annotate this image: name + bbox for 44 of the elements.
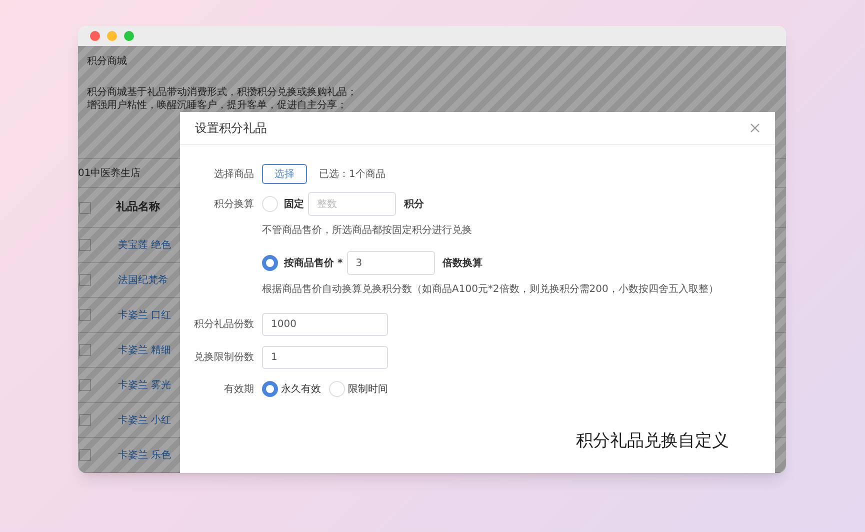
- number-input[interactable]: 3: [346, 251, 435, 275]
- field-label: 兑换限制份数: [193, 350, 255, 365]
- gift-name-link[interactable]: 卡姿兰 雾光: [118, 378, 172, 392]
- gift-name-link[interactable]: 法国纪梵希: [118, 272, 168, 288]
- hint-text: 不管商品售价，所选商品都按固定积分进行兑换: [262, 225, 472, 236]
- gift-name-link[interactable]: 美宝莲 绝色: [118, 238, 172, 252]
- radio-button[interactable]: [262, 255, 278, 271]
- number-input[interactable]: 整数: [308, 192, 396, 216]
- hint-text: 根据商品售价自动换算兑换积分数（如商品A100元*2倍数，则兑换积分需200，小数按四舍五入取整）: [262, 284, 718, 295]
- radio-label[interactable]: 限制时间: [348, 382, 388, 396]
- caption-text: 积分礼品兑换自定义: [576, 430, 729, 453]
- checkbox[interactable]: [79, 309, 91, 321]
- select-button[interactable]: 选择: [262, 164, 307, 184]
- column-header: 礼品名称: [116, 199, 160, 216]
- unit-label: 倍数换算: [442, 256, 483, 270]
- number-input[interactable]: 1: [262, 346, 388, 369]
- checkbox[interactable]: [79, 274, 91, 286]
- checkbox[interactable]: [79, 344, 91, 356]
- intro-text: 增强用户粘性，唤醒沉睡客户，提升客单，促进自主分享；: [87, 99, 348, 112]
- number-input[interactable]: 1000: [262, 313, 388, 336]
- page-title: 积分商城: [87, 56, 127, 67]
- checkbox[interactable]: [79, 239, 91, 251]
- field-label: 选择商品: [213, 168, 255, 182]
- radio-label[interactable]: 固定: [284, 196, 304, 212]
- gift-name-link[interactable]: 卡姿兰 小红: [118, 412, 172, 428]
- close-icon[interactable]: [750, 123, 760, 133]
- gift-name-link[interactable]: 卡姿兰 口红: [118, 308, 172, 322]
- field-label: 积分礼品份数: [193, 318, 255, 332]
- field-label: 有效期: [223, 382, 255, 396]
- radio-label[interactable]: 按商品售价 *: [284, 256, 343, 270]
- radio-button[interactable]: [262, 381, 278, 397]
- intro-text: 积分商城基于礼品带动消费形式，积攒积分兑换或换购礼品；: [87, 86, 358, 99]
- unit-label: 积分: [404, 198, 424, 212]
- store-name: 01中医养生店: [78, 166, 141, 180]
- checkbox[interactable]: [79, 414, 91, 426]
- selected-count: 已选：1个商品: [319, 168, 386, 182]
- gift-name-link[interactable]: 卡姿兰 乐色: [118, 448, 172, 462]
- checkbox[interactable]: [79, 379, 91, 391]
- field-label: 积分换算: [213, 198, 255, 212]
- checkbox[interactable]: [79, 202, 91, 214]
- checkbox[interactable]: [79, 449, 91, 461]
- dialog-title: 设置积分礼品: [195, 120, 267, 137]
- gift-name-link[interactable]: 卡姿兰 精细: [118, 342, 172, 358]
- radio-label[interactable]: 永久有效: [281, 382, 321, 396]
